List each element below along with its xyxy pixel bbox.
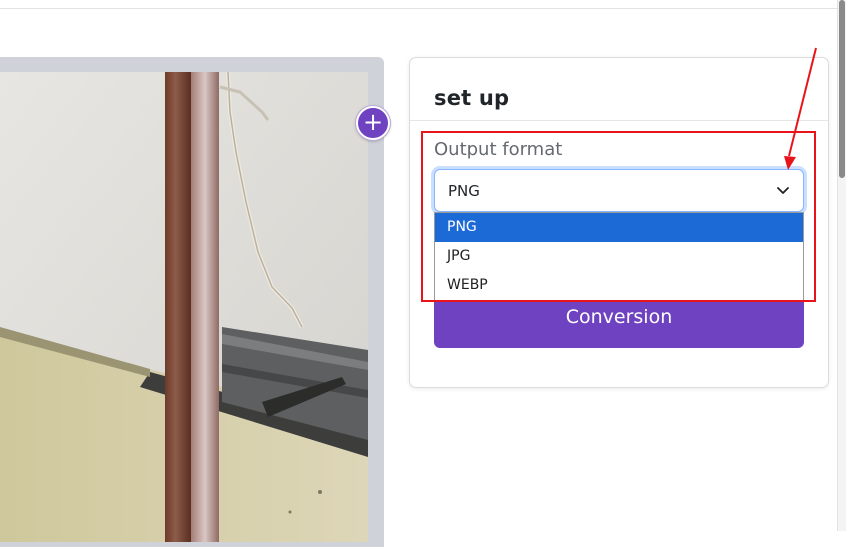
page-scrollbar[interactable] xyxy=(837,0,846,531)
scrollbar-thumb[interactable] xyxy=(839,0,845,178)
annotation-arrow xyxy=(784,47,817,170)
